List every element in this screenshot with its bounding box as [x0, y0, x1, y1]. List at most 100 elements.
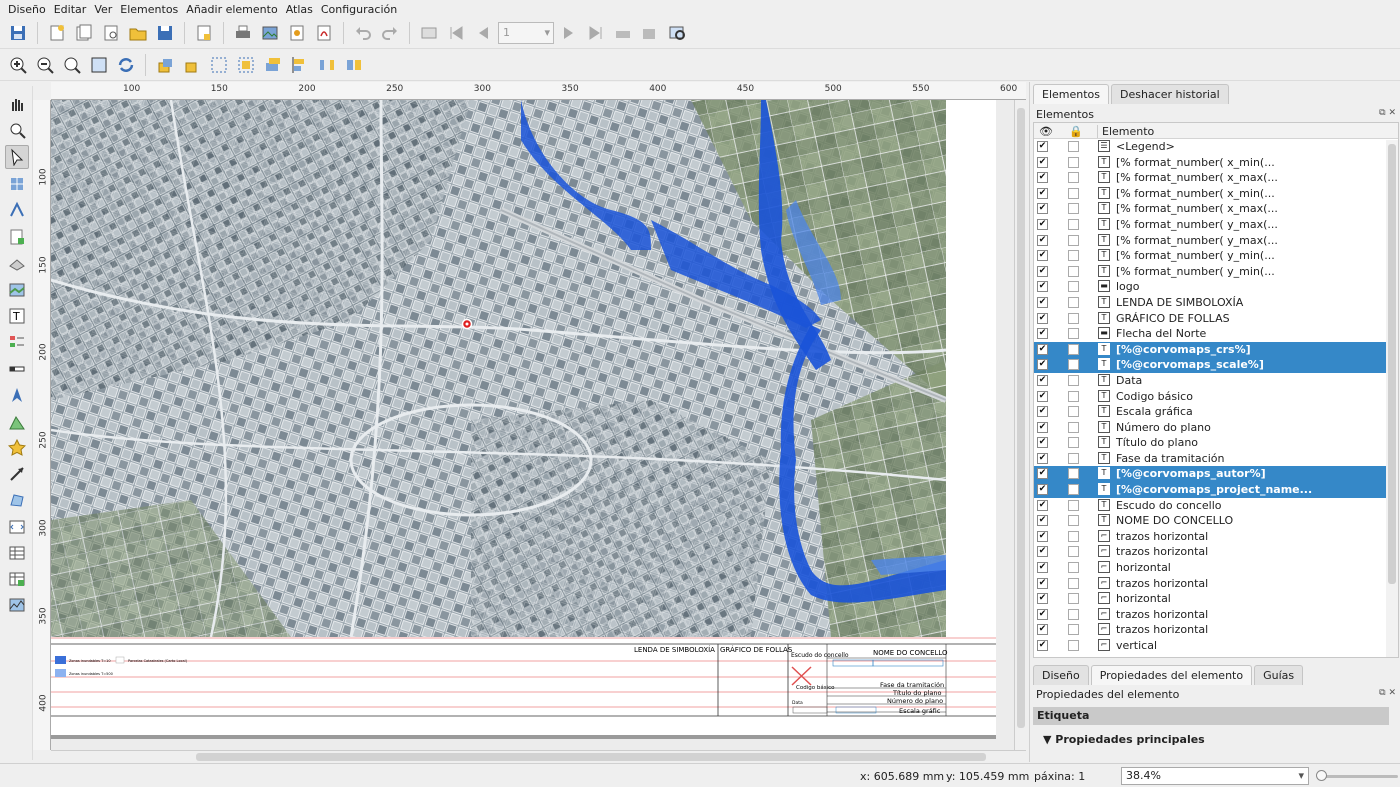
visibility-checkbox[interactable]: ✔: [1037, 172, 1048, 184]
tree-row[interactable]: ✔ T [% format_number( y_min(...: [1034, 264, 1398, 280]
tree-row[interactable]: ✔ ⌐ horizontal: [1034, 560, 1398, 576]
lock-checkbox[interactable]: [1068, 156, 1079, 168]
visibility-checkbox[interactable]: ✔: [1037, 312, 1048, 324]
add-north-arrow-icon[interactable]: [5, 383, 29, 407]
lock-checkbox[interactable]: [1068, 577, 1079, 589]
visibility-checkbox[interactable]: ✔: [1037, 530, 1048, 542]
lock-checkbox[interactable]: [1068, 593, 1079, 605]
tree-row[interactable]: ✔ T Número do plano: [1034, 420, 1398, 436]
zoom-slider-handle[interactable]: [1316, 770, 1327, 781]
pan-icon[interactable]: [5, 92, 29, 116]
lock-checkbox[interactable]: [1068, 359, 1079, 371]
tab-item-properties[interactable]: Propiedades del elemento: [1090, 665, 1253, 685]
add-arrow-icon[interactable]: [5, 462, 29, 486]
visibility-checkbox[interactable]: ✔: [1037, 608, 1048, 620]
next-feature-icon[interactable]: [557, 21, 581, 45]
menu-item[interactable]: Ver: [90, 3, 116, 16]
visibility-checkbox[interactable]: ✔: [1037, 390, 1048, 402]
visibility-checkbox[interactable]: ✔: [1037, 406, 1048, 418]
zoom-in-icon[interactable]: [6, 53, 30, 77]
zoom-tool-icon[interactable]: [5, 118, 29, 142]
tree-scrollbar[interactable]: [1386, 140, 1398, 657]
tree-row[interactable]: ✔ T [% format_number( y_min(...: [1034, 248, 1398, 264]
menu-item[interactable]: Editar: [50, 3, 91, 16]
tab-guides[interactable]: Guías: [1254, 665, 1304, 685]
export-pdf-icon[interactable]: [312, 21, 336, 45]
redo-icon[interactable]: [378, 21, 402, 45]
tree-row[interactable]: ✔ ⌐ trazos horizontal: [1034, 622, 1398, 638]
raise-items-icon[interactable]: [261, 53, 285, 77]
resize-icon[interactable]: [342, 53, 366, 77]
lock-checkbox[interactable]: [1068, 484, 1079, 496]
add-elevation-profile-icon[interactable]: [5, 593, 29, 617]
tree-row[interactable]: ✔ ⌐ trazos horizontal: [1034, 607, 1398, 623]
properties-float-close-icon[interactable]: ⧉ ✕: [1379, 688, 1396, 698]
canvas-vertical-scrollbar[interactable]: [1014, 100, 1026, 750]
visibility-checkbox[interactable]: ✔: [1037, 281, 1048, 293]
distribute-icon[interactable]: [315, 53, 339, 77]
tab-elements[interactable]: Elementos: [1033, 84, 1110, 104]
lock-checkbox[interactable]: [1068, 406, 1079, 418]
lock-checkbox[interactable]: [1068, 187, 1079, 199]
tree-row[interactable]: ✔ T [% format_number( x_max(...: [1034, 201, 1398, 217]
new-layout-icon[interactable]: [45, 21, 69, 45]
lock-checkbox[interactable]: [1068, 203, 1079, 215]
visibility-checkbox[interactable]: ✔: [1037, 187, 1048, 199]
add-3d-map-icon[interactable]: [5, 251, 29, 275]
scroll-thumb[interactable]: [1017, 108, 1025, 728]
export-image-icon[interactable]: [258, 21, 282, 45]
visibility-checkbox[interactable]: ✔: [1037, 343, 1048, 355]
first-feature-icon[interactable]: [444, 21, 468, 45]
align-left-icon[interactable]: [288, 53, 312, 77]
tree-row[interactable]: ✔ ⌐ vertical: [1034, 638, 1398, 654]
layout-canvas[interactable]: LENDA DE SIMBOLOXÍA GRÁFICO DE FOLLAS Es…: [51, 100, 1026, 750]
tree-row[interactable]: ✔ ⌐ horizontal: [1034, 591, 1398, 607]
map-item[interactable]: [51, 100, 946, 637]
tree-row[interactable]: ✔ ⌐ trazos horizontal: [1034, 576, 1398, 592]
unlock-items-icon[interactable]: [180, 53, 204, 77]
tree-row[interactable]: ✔ T [% format_number( y_max(...: [1034, 217, 1398, 233]
visibility-checkbox[interactable]: ✔: [1037, 546, 1048, 558]
tree-row[interactable]: ✔ ▬ logo: [1034, 279, 1398, 295]
previous-feature-icon[interactable]: [471, 21, 495, 45]
panel-float-close-icon[interactable]: ⧉ ✕: [1379, 108, 1396, 118]
visibility-checkbox[interactable]: ✔: [1037, 374, 1048, 386]
visibility-checkbox[interactable]: ✔: [1037, 640, 1048, 651]
select-move-icon[interactable]: [5, 145, 29, 169]
add-legend-icon[interactable]: [5, 330, 29, 354]
tree-row[interactable]: ✔ T [%@corvomaps_project_name...: [1034, 482, 1398, 498]
lock-checkbox[interactable]: [1068, 250, 1079, 262]
visibility-checkbox[interactable]: ✔: [1037, 593, 1048, 605]
lock-checkbox[interactable]: [1068, 141, 1079, 152]
tree-row[interactable]: ✔ ⌐ trazos horizontal: [1034, 544, 1398, 560]
visibility-checkbox[interactable]: ✔: [1037, 577, 1048, 589]
zoom-100-icon[interactable]: [60, 53, 84, 77]
collapse-arrow-icon[interactable]: ▼: [1043, 733, 1055, 746]
visibility-checkbox[interactable]: ✔: [1037, 437, 1048, 449]
visibility-checkbox[interactable]: ✔: [1037, 452, 1048, 464]
tree-row[interactable]: ✔ ⌐ trazos horizontal: [1034, 529, 1398, 545]
print-atlas-icon[interactable]: [611, 21, 635, 45]
tree-row[interactable]: ✔ T [%@corvomaps_crs%]: [1034, 341, 1398, 358]
canvas-horizontal-scrollbar[interactable]: [51, 750, 1026, 762]
add-map-icon[interactable]: [5, 278, 29, 302]
export-svg-icon[interactable]: [285, 21, 309, 45]
visibility-checkbox[interactable]: ✔: [1037, 359, 1048, 371]
visibility-checkbox[interactable]: ✔: [1037, 203, 1048, 215]
new-report-icon[interactable]: [192, 21, 216, 45]
menu-item[interactable]: Diseño: [4, 3, 50, 16]
add-fixed-table-icon[interactable]: [5, 567, 29, 591]
open-template-icon[interactable]: [126, 21, 150, 45]
add-shape-icon[interactable]: [5, 410, 29, 434]
tree-row[interactable]: ✔ T [%@corvomaps_scale%]: [1034, 357, 1398, 373]
lock-checkbox[interactable]: [1068, 608, 1079, 620]
lock-checkbox[interactable]: [1068, 468, 1079, 480]
edit-nodes-icon[interactable]: [5, 198, 29, 222]
print-icon[interactable]: [231, 21, 255, 45]
tree-row[interactable]: ✔ T [% format_number( x_min(...: [1034, 155, 1398, 171]
tree-row[interactable]: ✔ T Data: [1034, 373, 1398, 389]
lock-checkbox[interactable]: [1068, 437, 1079, 449]
visibility-checkbox[interactable]: ✔: [1037, 250, 1048, 262]
tree-row[interactable]: ✔ T Codigo básico: [1034, 389, 1398, 405]
add-marker-icon[interactable]: [5, 436, 29, 460]
